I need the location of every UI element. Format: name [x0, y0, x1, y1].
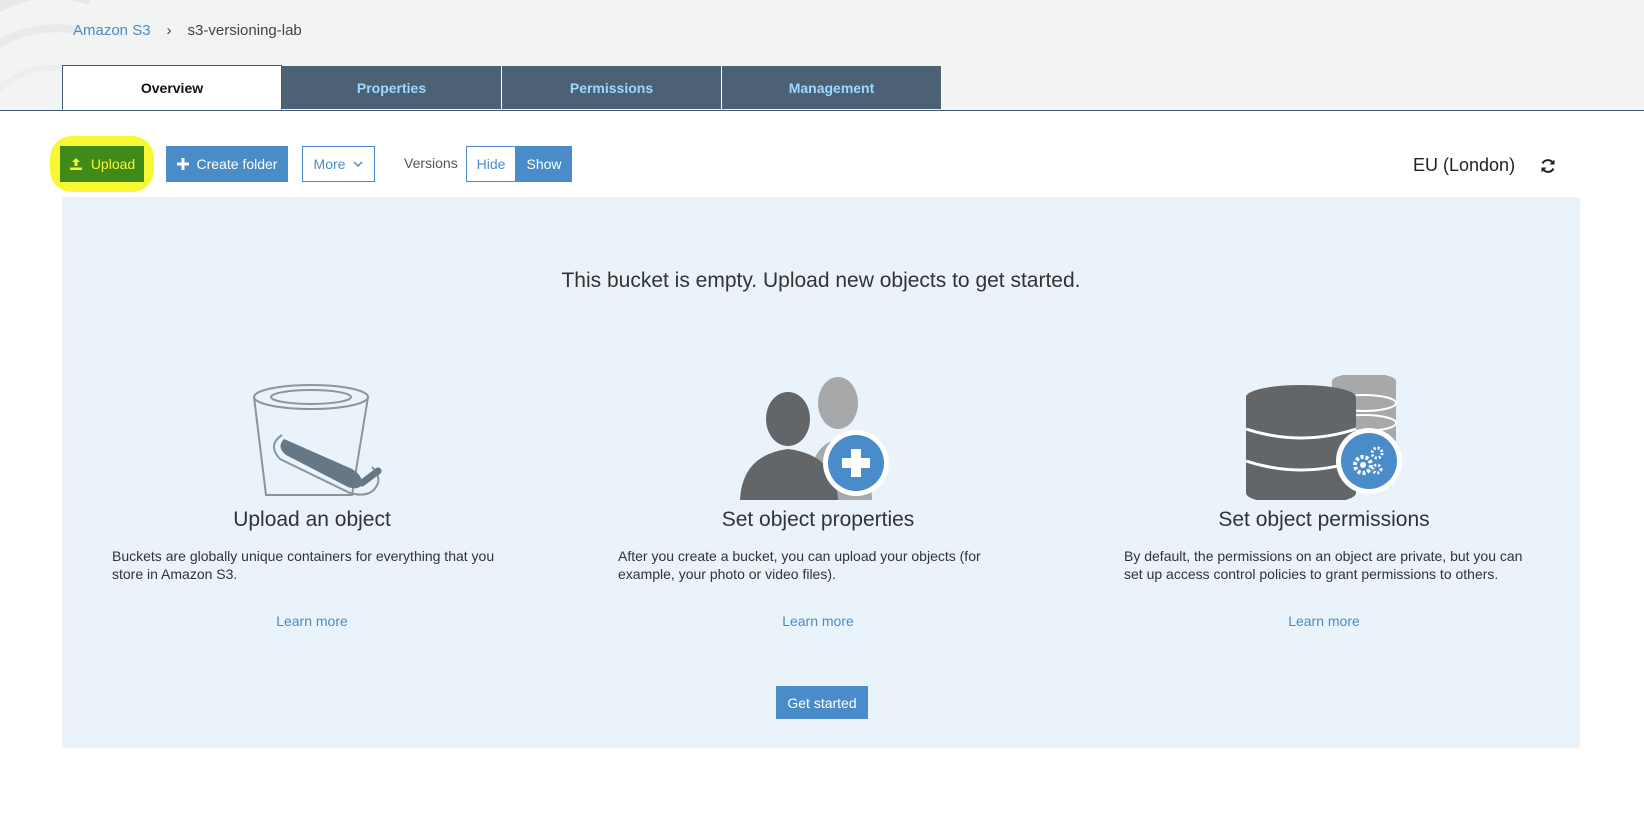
breadcrumb-separator: › — [166, 22, 172, 39]
create-folder-label: Create folder — [196, 156, 278, 172]
object-permissions-learn-more-link[interactable]: Learn more — [1124, 613, 1524, 629]
tab-overview[interactable]: Overview — [62, 65, 282, 110]
more-dropdown-button[interactable]: More — [302, 146, 375, 182]
refresh-icon[interactable] — [1539, 157, 1557, 175]
breadcrumb-current-bucket: s3-versioning-lab — [187, 22, 302, 39]
upload-object-heading: Upload an object — [233, 508, 391, 531]
plus-icon — [176, 158, 189, 170]
empty-bucket-panel: This bucket is empty. Upload new objects… — [62, 197, 1580, 748]
object-properties-description: After you create a bucket, you can uploa… — [618, 548, 981, 582]
tab-management[interactable]: Management — [722, 66, 942, 109]
versions-label: Versions — [404, 155, 458, 171]
upload-highlight-wrap: Upload — [50, 136, 154, 192]
versions-show-button[interactable]: Show — [516, 146, 572, 182]
chevron-down-icon — [353, 160, 363, 167]
tab-permissions[interactable]: Permissions — [502, 66, 722, 109]
upload-icon — [69, 158, 82, 170]
more-label: More — [313, 156, 346, 172]
object-permissions-heading: Set object permissions — [1218, 508, 1430, 531]
database-settings-icon — [1245, 375, 1402, 500]
upload-button[interactable]: Upload — [60, 146, 144, 182]
breadcrumb-amazon-s3-link[interactable]: Amazon S3 — [73, 22, 151, 39]
object-properties-heading: Set object properties — [721, 508, 915, 531]
upload-button-label: Upload — [90, 156, 136, 172]
versions-toggle: Hide Show — [466, 146, 572, 182]
region-label: EU (London) — [1413, 155, 1516, 175]
upload-object-description: Buckets are globally unique containers f… — [112, 548, 495, 582]
upload-object-learn-more-link[interactable]: Learn more — [112, 613, 512, 629]
object-permissions-description: By default, the permissions on an object… — [1124, 548, 1523, 582]
header-band: Amazon S3 › s3-versioning-lab Overview P… — [0, 0, 1644, 111]
get-started-button[interactable]: Get started — [776, 686, 868, 719]
breadcrumb: Amazon S3 › s3-versioning-lab — [73, 22, 302, 39]
versions-hide-button[interactable]: Hide — [466, 146, 516, 182]
bucket-icon — [253, 384, 382, 496]
create-folder-button[interactable]: Create folder — [166, 146, 288, 182]
users-add-icon — [740, 377, 889, 500]
bucket-tabs: Overview Properties Permissions Manageme… — [62, 65, 942, 110]
empty-bucket-title: This bucket is empty. Upload new objects… — [561, 269, 1081, 292]
object-properties-learn-more-link[interactable]: Learn more — [618, 613, 1018, 629]
tab-properties[interactable]: Properties — [282, 66, 502, 109]
